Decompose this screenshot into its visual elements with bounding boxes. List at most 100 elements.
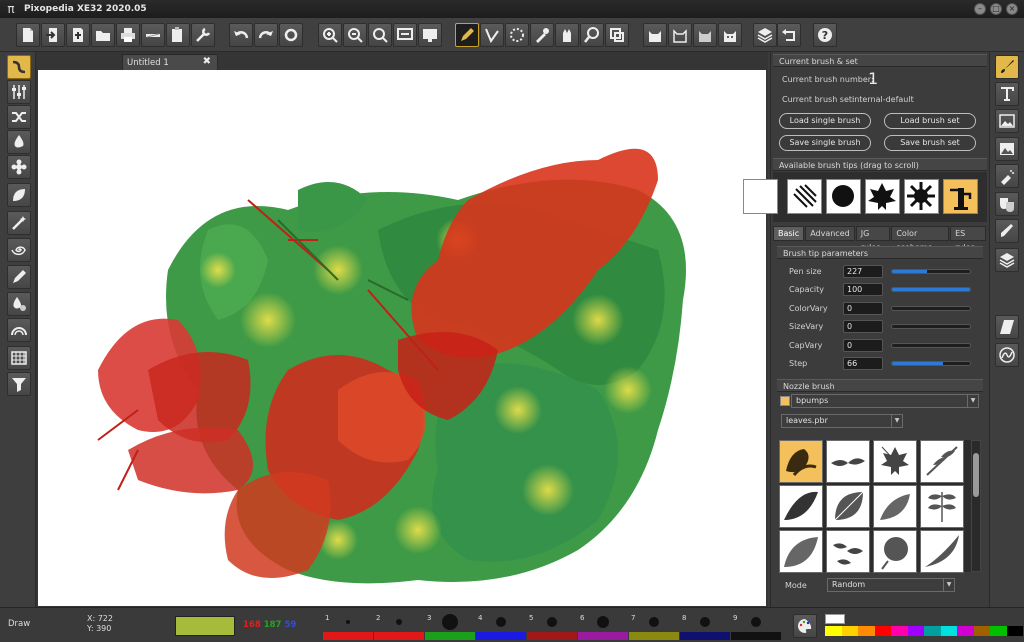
param-value-field[interactable]: 66: [843, 357, 883, 370]
undo-button[interactable]: [229, 23, 253, 47]
palette-knife-panel-button[interactable]: [995, 315, 1019, 339]
landscape-panel-button[interactable]: [995, 137, 1019, 161]
nozzle-item[interactable]: [779, 485, 823, 528]
param-slider[interactable]: [891, 269, 971, 274]
palette-color[interactable]: [990, 626, 1007, 636]
spray-panel-button[interactable]: [995, 164, 1019, 188]
import-button[interactable]: [41, 23, 65, 47]
palette-color[interactable]: [874, 626, 891, 636]
nozzle-item[interactable]: [826, 440, 870, 483]
magnify-tool-button[interactable]: [580, 23, 604, 47]
brush-tip-virus[interactable]: [904, 179, 939, 214]
brush-preset-8[interactable]: 8: [680, 612, 730, 640]
brush-tips-strip[interactable]: [743, 172, 987, 222]
draw-tool-button[interactable]: [455, 23, 479, 47]
revert-button[interactable]: [777, 23, 801, 47]
palette-color[interactable]: [907, 626, 924, 636]
tab-basic[interactable]: Basic: [773, 226, 805, 241]
lasso-select-button[interactable]: [505, 23, 529, 47]
save-single-brush-button[interactable]: Save single brush: [779, 135, 871, 151]
brush-preset-5[interactable]: 5: [527, 612, 577, 640]
adjust-tool-button[interactable]: [7, 80, 31, 104]
fill-tool-button[interactable]: [7, 292, 31, 316]
close-window-button[interactable]: ×: [1006, 3, 1018, 15]
palette-color[interactable]: [1006, 626, 1023, 636]
mode-dropdown[interactable]: Random ▼: [827, 578, 955, 592]
new-file-button[interactable]: [16, 23, 40, 47]
brush-tip[interactable]: [743, 179, 778, 214]
palette-color[interactable]: [957, 626, 974, 636]
brush-tip-leaf[interactable]: [865, 179, 900, 214]
shuffle-tool-button[interactable]: [7, 105, 31, 129]
wand-tool-button[interactable]: [7, 211, 31, 235]
palette-color[interactable]: [924, 626, 941, 636]
drawing-canvas[interactable]: [38, 70, 766, 606]
param-value-field[interactable]: 0: [843, 338, 883, 352]
nozzle-item[interactable]: [920, 530, 964, 573]
brush-preset-2[interactable]: 2: [374, 612, 424, 640]
text-panel-button[interactable]: [995, 82, 1019, 106]
param-slider[interactable]: [891, 342, 971, 348]
nozzle-item[interactable]: [920, 440, 964, 483]
zoom-out-button[interactable]: [343, 23, 367, 47]
print-button[interactable]: [116, 23, 140, 47]
minimize-button[interactable]: –: [974, 3, 986, 15]
nozzle-scroll-thumb[interactable]: [973, 453, 979, 497]
grid-tool-button[interactable]: [7, 346, 31, 370]
zoom-in-button[interactable]: [318, 23, 342, 47]
brush-preset-4[interactable]: 4: [476, 612, 526, 640]
nozzle-scrollbar[interactable]: [971, 440, 981, 572]
flower-tool-button[interactable]: [7, 155, 31, 179]
maximize-button[interactable]: □: [990, 3, 1002, 15]
load-brush-set-button[interactable]: Load brush set: [884, 113, 976, 129]
nozzle-set-dropdown[interactable]: bpumps ▼: [791, 394, 979, 408]
drop-tool-button[interactable]: [7, 130, 31, 154]
nozzle-file-dropdown[interactable]: leaves.pbr ▼: [781, 414, 903, 428]
param-slider[interactable]: [891, 324, 971, 330]
param-value-field[interactable]: 100: [843, 283, 883, 297]
leaf-tool-button[interactable]: [7, 183, 31, 207]
open-button[interactable]: [91, 23, 115, 47]
paintbrush-panel-button[interactable]: [995, 55, 1019, 79]
curves-panel-button[interactable]: [995, 343, 1019, 367]
spiral-tool-button[interactable]: [7, 238, 31, 262]
brush-preset-3[interactable]: 3: [425, 612, 475, 640]
palette-color[interactable]: [841, 626, 858, 636]
palette-color[interactable]: [858, 626, 875, 636]
nozzle-item[interactable]: [873, 485, 917, 528]
filter-tool-button[interactable]: [7, 372, 31, 396]
pen-tool-button[interactable]: [7, 265, 31, 289]
param-value-field[interactable]: 0: [843, 320, 883, 334]
nozzle-item[interactable]: [779, 530, 823, 573]
brush-tip-pump[interactable]: [943, 179, 978, 214]
white-swatch[interactable]: [825, 614, 845, 624]
eyedropper-button[interactable]: [530, 23, 554, 47]
zoom-reset-button[interactable]: [368, 23, 392, 47]
nozzle-item[interactable]: [873, 440, 917, 483]
fullscreen-button[interactable]: [418, 23, 442, 47]
palette-color[interactable]: [825, 626, 842, 636]
palette-button[interactable]: [793, 614, 817, 638]
paste-button[interactable]: [166, 23, 190, 47]
tab-es-rules[interactable]: ES rules: [950, 226, 986, 252]
close-tab-icon[interactable]: ✖: [203, 56, 211, 67]
arc-tool-button[interactable]: [7, 318, 31, 342]
save-brush-set-button[interactable]: Save brush set: [884, 135, 976, 151]
document-tab[interactable]: Untitled 1 ✖: [122, 54, 218, 70]
hand-tool-button[interactable]: [555, 23, 579, 47]
brush-settings-panel-button[interactable]: [995, 219, 1019, 243]
add-file-button[interactable]: [66, 23, 90, 47]
filter-1-button[interactable]: [643, 23, 667, 47]
nozzle-item[interactable]: [826, 485, 870, 528]
brush-tip-splatter[interactable]: [826, 179, 861, 214]
filter-4-button[interactable]: [718, 23, 742, 47]
tab-advanced[interactable]: Advanced: [805, 226, 855, 241]
palette-color[interactable]: [891, 626, 908, 636]
brush-preset-1[interactable]: 1: [323, 612, 373, 640]
nozzle-item[interactable]: [826, 530, 870, 573]
masks-panel-button[interactable]: [995, 192, 1019, 216]
refresh-button[interactable]: [279, 23, 303, 47]
param-value-field[interactable]: 0: [843, 301, 883, 315]
nozzle-item[interactable]: [920, 485, 964, 528]
load-single-brush-button[interactable]: Load single brush: [779, 113, 871, 129]
